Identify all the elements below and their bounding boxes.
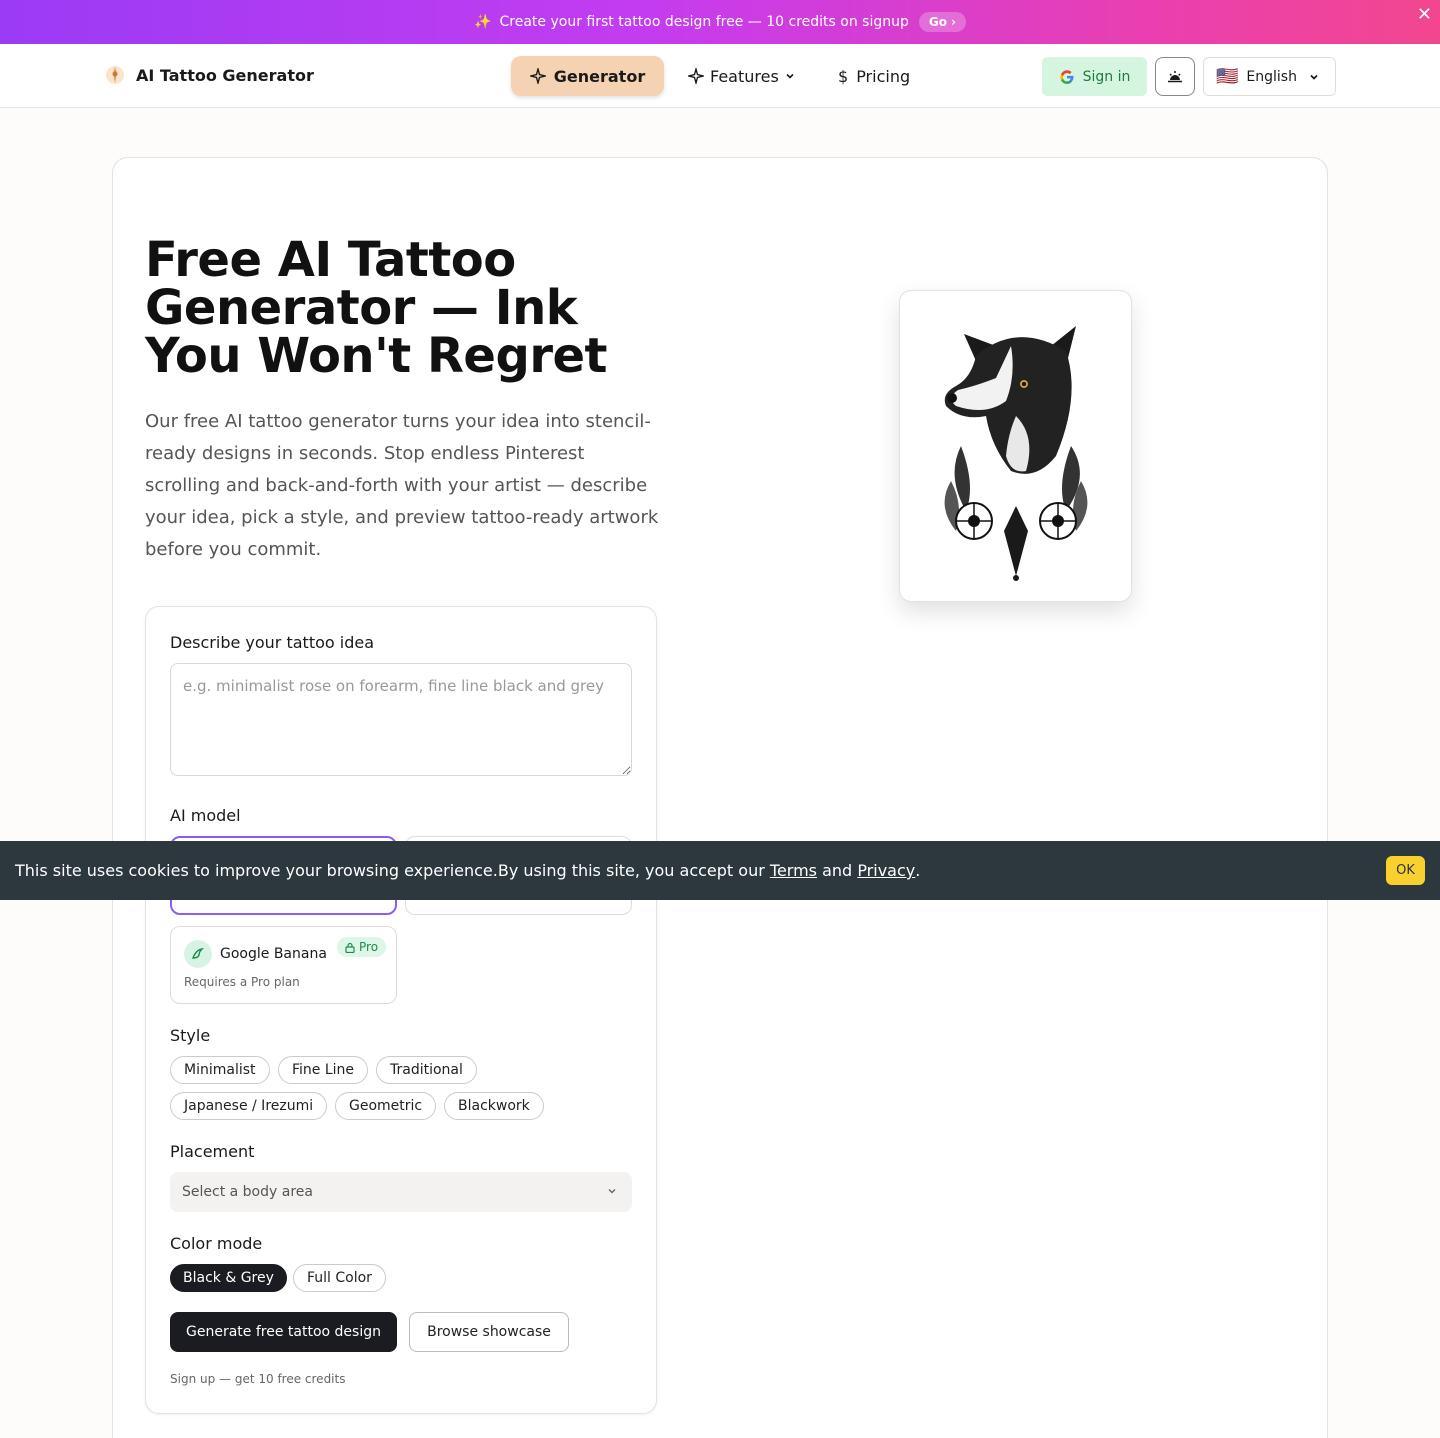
chevron-right-icon: ›: [950, 15, 956, 29]
nav-generator-label: Generator: [553, 66, 646, 86]
model-sub: Requires a Pro plan: [184, 975, 300, 989]
nav-features[interactable]: Features: [688, 56, 795, 96]
style-label: Style: [170, 1026, 211, 1045]
lock-icon: [345, 942, 355, 953]
placement-value: Select a body area: [182, 1184, 313, 1200]
color-chip-black-grey[interactable]: Black & Grey: [170, 1264, 287, 1292]
chevron-down-icon: [1310, 74, 1318, 80]
sunrise-icon: [1168, 70, 1182, 82]
cookie-period: .: [915, 861, 921, 880]
terms-link[interactable]: Terms: [770, 861, 817, 880]
logo[interactable]: AI Tattoo Generator: [104, 64, 314, 86]
promo-banner: ✨ Create your first tattoo design free —…: [0, 0, 1440, 44]
site-header: AI Tattoo Generator Generator Features $…: [0, 44, 1440, 108]
model-option-google-banana[interactable]: Google Banana Pro Requires a Pro plan: [170, 926, 397, 1004]
chevron-down-icon: [786, 73, 794, 79]
style-chip-fine-line[interactable]: Fine Line: [278, 1056, 369, 1084]
language-label: English: [1246, 68, 1297, 85]
cookie-ok-button[interactable]: OK: [1386, 856, 1425, 885]
signup-note: Sign up — get 10 free credits: [170, 1372, 346, 1386]
style-chip-japanese[interactable]: Japanese / Irezumi: [170, 1092, 328, 1120]
cookie-and: and: [822, 861, 853, 880]
sparkles-icon: [688, 68, 704, 84]
chevron-down-icon: [608, 1189, 616, 1194]
hero-description: Our free AI tattoo generator turns your …: [145, 411, 659, 560]
sparkles-icon: [529, 68, 546, 84]
google-icon: [1059, 69, 1074, 84]
style-chip-blackwork[interactable]: Blackwork: [444, 1092, 544, 1120]
browse-showcase-button[interactable]: Browse showcase: [409, 1312, 569, 1352]
us-flag-icon: 🇺🇸: [1216, 66, 1239, 87]
dollar-icon: $: [838, 66, 849, 86]
go-label: Go: [928, 15, 947, 29]
style-chip-geometric[interactable]: Geometric: [335, 1092, 437, 1120]
nav-pricing[interactable]: $ Pricing: [838, 56, 910, 96]
idea-label: Describe your tattoo idea: [170, 633, 375, 652]
nav-generator[interactable]: Generator: [511, 56, 664, 96]
style-chip-minimalist[interactable]: Minimalist: [170, 1056, 270, 1084]
sign-in-label: Sign in: [1082, 68, 1131, 85]
theme-toggle-button[interactable]: [1155, 57, 1195, 96]
tattoo-preview-image: [899, 290, 1132, 602]
model-label: AI model: [170, 806, 241, 825]
promo-go-button[interactable]: Go ›: [918, 12, 966, 32]
idea-input[interactable]: [170, 663, 632, 776]
placement-select[interactable]: Select a body area: [170, 1172, 632, 1212]
color-chip-full-color[interactable]: Full Color: [293, 1264, 386, 1292]
nav-pricing-label: Pricing: [856, 66, 911, 86]
logo-icon: [106, 66, 124, 84]
promo-text: Create your first tattoo design free — 1…: [499, 14, 909, 30]
cookie-banner: This site uses cookies to improve your b…: [0, 841, 1440, 900]
dog-tattoo-illustration: [944, 326, 1087, 581]
pro-badge: Pro: [337, 937, 387, 957]
model-name: Google Banana: [220, 946, 327, 962]
language-select[interactable]: 🇺🇸 English: [1203, 57, 1336, 96]
banana-icon: [184, 940, 212, 968]
pro-badge-label: Pro: [359, 940, 379, 954]
sparkle-icon: ✨: [474, 14, 492, 30]
close-icon[interactable]: ✕: [1417, 4, 1432, 25]
sign-in-button[interactable]: Sign in: [1042, 57, 1147, 96]
placement-label: Placement: [170, 1142, 255, 1161]
privacy-link[interactable]: Privacy: [857, 861, 915, 880]
color-mode-label: Color mode: [170, 1234, 263, 1253]
nav-features-label: Features: [710, 66, 779, 86]
cookie-text: This site uses cookies to improve your b…: [15, 861, 765, 880]
style-chip-traditional[interactable]: Traditional: [376, 1056, 477, 1084]
generate-button[interactable]: Generate free tattoo design: [170, 1312, 397, 1352]
page-title: Free AI Tattoo Generator — Ink You Won't…: [145, 232, 608, 384]
logo-text: AI Tattoo Generator: [136, 65, 314, 85]
